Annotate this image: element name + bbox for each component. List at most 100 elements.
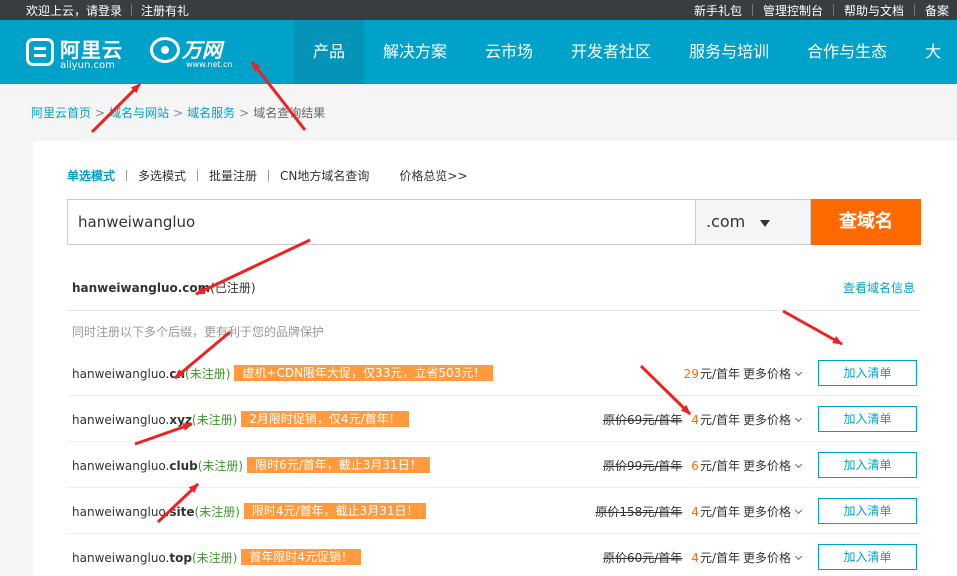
wanwang-logo[interactable]: 万网 www.net.cn (150, 34, 240, 72)
chevron-down-icon (794, 414, 803, 423)
price-value: 29 (683, 367, 699, 381)
tab-multi-mode[interactable]: 多选模式 (138, 169, 186, 183)
main-header: 阿里云 aliyun.com 万网 www.net.cn 产品 解决方案 云市场 开发… (0, 20, 957, 84)
domain-base: hanweiwangluo. (72, 413, 170, 427)
breadcrumb: 阿里云首页 > 域名与网站 > 域名服务 > 域名查询结果 (31, 104, 325, 121)
list-item: hanweiwangluo.cn(未注册) 虚机+CDN限年大促，仅33元，立省5… (67, 350, 921, 396)
chevron-down-icon (794, 368, 803, 377)
price-value: 4 (691, 505, 699, 519)
nav-marketplace[interactable]: 云市场 (466, 20, 552, 84)
breadcrumb-separator: > (95, 106, 106, 120)
more-prices-label: 更多价格 (742, 367, 791, 381)
caret-down-icon (760, 220, 770, 227)
breadcrumb-separator: > (173, 106, 184, 120)
price-value: 4 (691, 413, 699, 427)
add-to-list-button[interactable]: 加入清单 (818, 498, 917, 524)
domain-name: hanweiwangluo.xyz(未注册) 2月限时促销，仅4元/首年！ (72, 411, 409, 428)
suggestion-hint: 同时注册以下多个后缀，更有利于您的品牌保护 (72, 325, 325, 339)
availability-status: (未注册) (191, 551, 238, 565)
divider (126, 170, 128, 181)
primary-domain-status: (已注册) (210, 281, 256, 295)
domain-search-input[interactable] (67, 199, 695, 245)
price-unit: 元/首年 (699, 459, 740, 473)
login-link[interactable]: 欢迎上云，请登录 (26, 4, 122, 18)
nav-products[interactable]: 产品 (294, 20, 365, 84)
aliyun-logo[interactable]: 阿里云 aliyun.com (26, 34, 126, 72)
availability-status: (未注册) (191, 413, 238, 427)
price-unit: 元/首年 (699, 367, 740, 381)
divider (131, 4, 133, 16)
primary-domain: hanweiwangluo.com(已注册) (72, 279, 256, 296)
nav-more[interactable]: 大 (906, 20, 957, 84)
icp-filing-link[interactable]: 备案 (925, 4, 949, 18)
nav-developer-community[interactable]: 开发者社区 (552, 20, 670, 84)
chevron-down-icon (794, 506, 803, 515)
whois-info-link[interactable]: 查看域名信息 (843, 279, 915, 296)
tab-cn-local-domain[interactable]: CN地方域名查询 (280, 169, 369, 183)
divider (751, 4, 753, 16)
availability-status: (未注册) (197, 459, 244, 473)
domain-name: hanweiwangluo.site(未注册) 限时4元/首年，截止3月31日！ (72, 503, 427, 520)
price-overview-link[interactable]: 价格总览>> (399, 169, 467, 183)
add-to-list-button[interactable]: 加入清单 (818, 406, 917, 432)
add-to-list-button[interactable]: 加入清单 (818, 360, 917, 386)
search-domain-button[interactable]: 查域名 (811, 199, 921, 245)
price-value: 4 (691, 551, 699, 565)
nav-services-training[interactable]: 服务与培训 (670, 20, 788, 84)
tab-single-mode[interactable]: 单选模式 (67, 169, 115, 183)
domain-base: hanweiwangluo. (72, 551, 170, 565)
help-docs-link[interactable]: 帮助与文档 (844, 4, 904, 18)
price-info[interactable]: 原价99元/首年 6元/首年 更多价格 (603, 457, 803, 474)
divider (913, 4, 915, 16)
console-link[interactable]: 管理控制台 (763, 4, 823, 18)
price-unit: 元/首年 (699, 413, 740, 427)
domain-tld: top (169, 551, 192, 565)
promo-badge: 首年限时4元促销！ (241, 549, 361, 565)
breadcrumb-domain-service[interactable]: 域名服务 (187, 106, 235, 120)
price-info[interactable]: 29元/首年 更多价格 (683, 365, 803, 382)
top-bar: 欢迎上云，请登录 注册有礼 新手礼包 管理控制台 帮助与文档 备案 (0, 0, 957, 20)
domain-base: hanweiwangluo. (72, 505, 170, 519)
availability-status: (未注册) (185, 367, 231, 381)
price-unit: 元/首年 (699, 505, 740, 519)
wanwang-logo-name: 万网 (182, 38, 222, 62)
domain-base: hanweiwangluo. (72, 459, 170, 473)
breadcrumb-home[interactable]: 阿里云首页 (31, 106, 91, 120)
more-prices-label: 更多价格 (742, 413, 791, 427)
domain-tld: xyz (169, 413, 192, 427)
price-info[interactable]: 原价60元/首年 4元/首年 更多价格 (602, 549, 803, 566)
wanwang-logo-icon (150, 37, 180, 63)
tab-bulk-register[interactable]: 批量注册 (209, 169, 257, 183)
primary-domain-name: hanweiwangluo.com (72, 281, 211, 295)
promo-badge: 2月限时促销，仅4元/首年！ (241, 411, 409, 427)
list-item: hanweiwangluo.site(未注册) 限时4元/首年，截止3月31日！ … (67, 488, 921, 534)
domain-tld: cn (169, 367, 186, 381)
domain-base: hanweiwangluo. (72, 367, 170, 381)
nav-solutions[interactable]: 解决方案 (364, 20, 466, 84)
original-price: 原价158元/首年 (595, 505, 683, 519)
register-link[interactable]: 注册有礼 (141, 4, 189, 18)
more-prices-label: 更多价格 (742, 551, 791, 565)
domain-name: hanweiwangluo.cn(未注册) 虚机+CDN限年大促，仅33元，立省5… (72, 365, 494, 382)
breadcrumb-domain-website[interactable]: 域名与网站 (109, 106, 169, 120)
chevron-down-icon (794, 460, 803, 469)
divider (197, 170, 199, 181)
new-user-gift-link[interactable]: 新手礼包 (694, 4, 742, 18)
nav-partners[interactable]: 合作与生态 (788, 20, 906, 84)
domain-tld: site (169, 505, 195, 519)
main-nav: 产品 解决方案 云市场 开发者社区 服务与培训 合作与生态大 (294, 20, 957, 84)
price-info[interactable]: 原价158元/首年 4元/首年 更多价格 (595, 503, 803, 520)
tld-select[interactable]: .com (695, 199, 811, 245)
add-to-list-button[interactable]: 加入清单 (818, 452, 917, 478)
add-to-list-button[interactable]: 加入清单 (818, 544, 917, 570)
promo-badge: 限时4元/首年，截止3月31日！ (243, 503, 427, 519)
promo-badge: 限时6元/首年，截止3月31日！ (247, 457, 430, 473)
domain-search-bar: .com 查域名 (67, 199, 921, 245)
price-info[interactable]: 原价69元/首年 4元/首年 更多价格 (603, 411, 803, 428)
divider (268, 170, 270, 181)
original-price: 原价60元/首年 (602, 551, 683, 565)
chevron-down-icon (794, 552, 803, 561)
list-item: hanweiwangluo.top(未注册) 首年限时4元促销！ 原价60元/首年… (67, 534, 921, 576)
price-value: 6 (691, 459, 699, 473)
search-mode-tabs: 单选模式 多选模式 批量注册 CN地方域名查询 价格总览>> (67, 167, 468, 184)
